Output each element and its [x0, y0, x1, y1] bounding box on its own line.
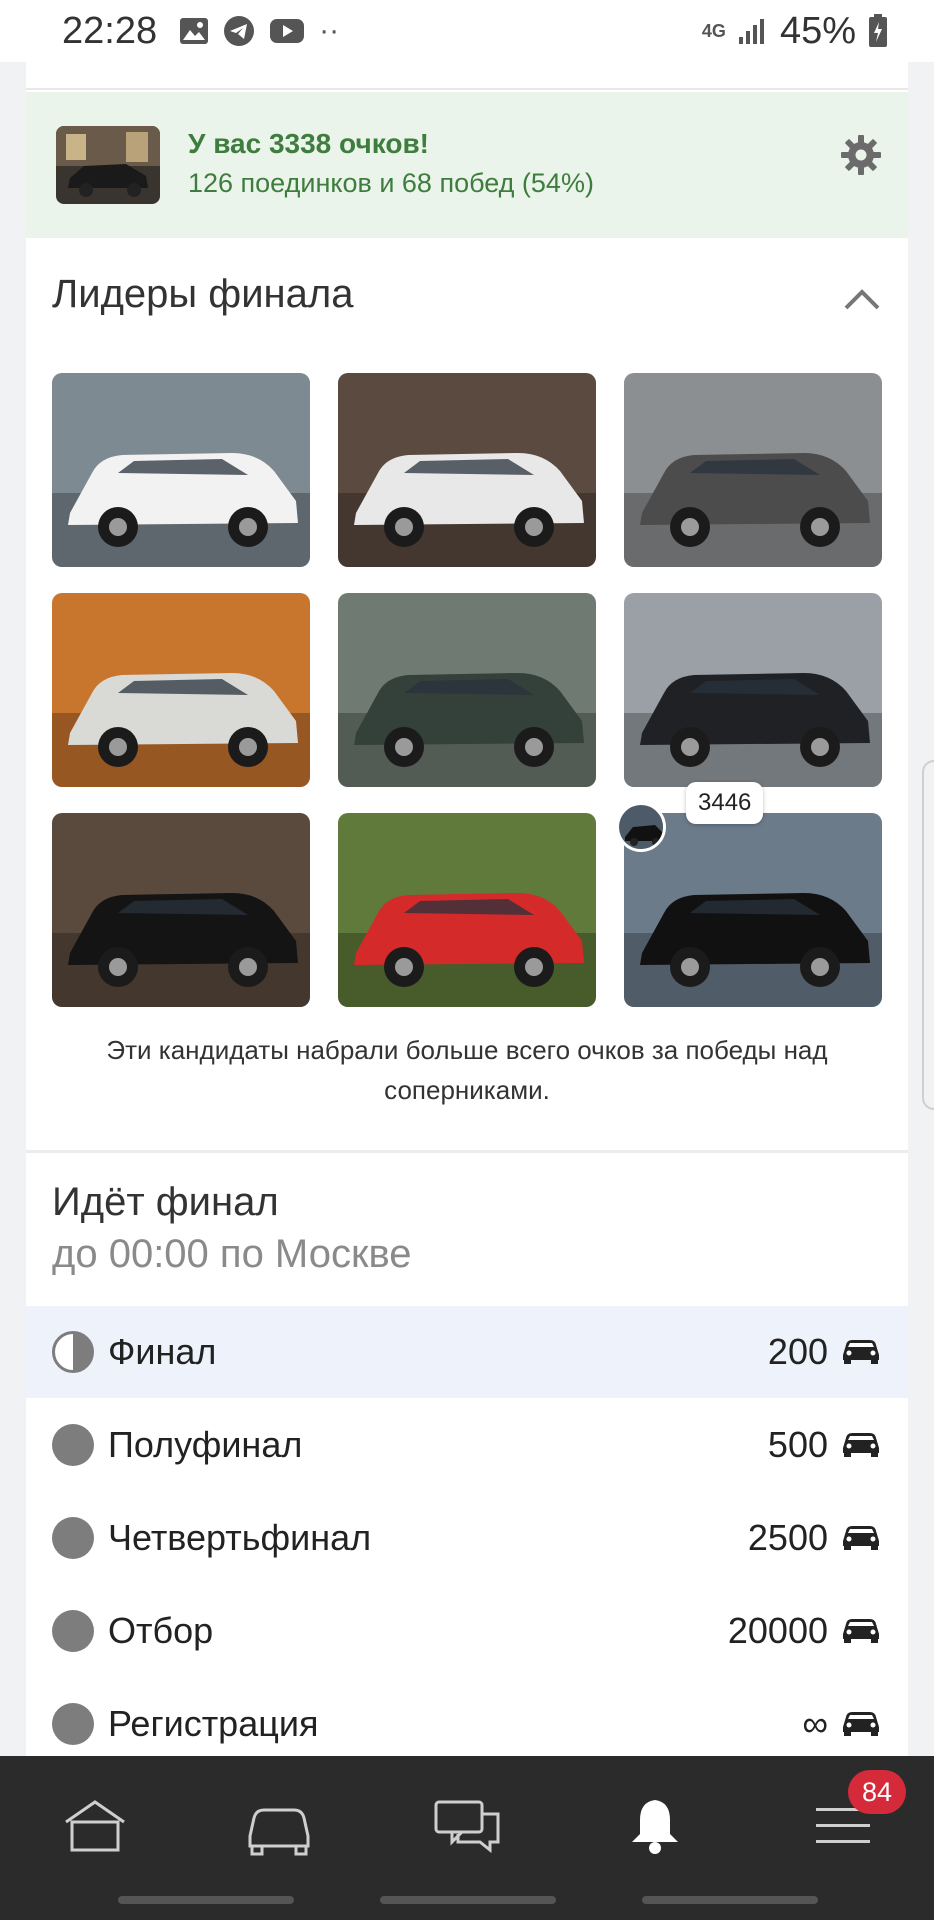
stage-label: Отбор — [108, 1610, 214, 1651]
leader-photo-white-sedan-rear[interactable] — [338, 373, 596, 567]
user-car-avatar[interactable] — [56, 126, 160, 204]
leader-user-avatar[interactable] — [616, 802, 666, 852]
leader-photo-grey-volga[interactable] — [624, 373, 882, 567]
car-icon — [840, 1614, 882, 1649]
leader-photo-silver-bmw-autumn[interactable] — [52, 593, 310, 787]
car-icon — [840, 1335, 882, 1370]
stage-participants: ∞ — [802, 1703, 828, 1744]
score-stats: 126 поединков и 68 побед (54%) — [188, 168, 594, 198]
leaders-title: Лидеры финала — [52, 272, 354, 316]
score-title: У вас 3338 очков! — [188, 128, 429, 159]
stage-row-0[interactable]: Финал 200 — [26, 1306, 908, 1398]
stage-participants: 20000 — [727, 1610, 828, 1651]
notifications-bell-icon[interactable] — [620, 1796, 690, 1856]
leader-score-bubble: 3446 — [686, 782, 764, 824]
score-card[interactable]: У вас 3338 очков! 126 поединков и 68 поб… — [26, 92, 908, 238]
system-gesture-bar-1 — [118, 1896, 294, 1904]
stage-participants: 200 — [767, 1331, 828, 1372]
circle-icon — [52, 1703, 94, 1745]
garage-car-icon[interactable] — [244, 1796, 314, 1856]
status-time: 22:28 — [62, 9, 158, 52]
edge-panel-handle[interactable] — [922, 760, 934, 1110]
circle-icon — [52, 1517, 94, 1559]
circle-icon — [52, 1610, 94, 1652]
battery-percent: 45% — [779, 9, 856, 52]
stage-label: Полуфинал — [108, 1424, 303, 1465]
gallery-icon — [180, 18, 209, 44]
leader-photo-white-wagon[interactable] — [52, 373, 310, 567]
stage-participants: 2500 — [747, 1517, 828, 1558]
leaders-caption: Эти кандидаты набрали больше всего очков… — [106, 1035, 828, 1105]
main-content[interactable]: У вас 3338 очков! 126 поединков и 68 поб… — [26, 62, 908, 1756]
stage-row-1[interactable]: Полуфинал 500 — [26, 1399, 908, 1491]
system-gesture-bar-2 — [380, 1896, 556, 1904]
stage-label: Четвертьфинал — [108, 1517, 372, 1558]
car-icon — [840, 1428, 882, 1463]
top-divider — [26, 62, 908, 90]
leaders-grid — [52, 373, 882, 1007]
notification-icons: ·· — [179, 14, 339, 48]
stage-row-3[interactable]: Отбор 20000 — [26, 1585, 908, 1677]
car-icon — [840, 1521, 882, 1556]
leader-photo-black-lexus[interactable] — [52, 813, 310, 1007]
more-dots-icon: ·· — [319, 14, 340, 47]
stage-row-2[interactable]: Четвертьфинал 2500 — [26, 1492, 908, 1584]
gear-icon[interactable] — [840, 134, 882, 176]
car-icon — [840, 1707, 882, 1742]
system-gesture-bar-3 — [642, 1896, 818, 1904]
stage-label: Регистрация — [108, 1703, 319, 1744]
telegram-icon — [224, 16, 255, 46]
final-deadline: до 00:00 по Москве — [52, 1232, 412, 1276]
stage-row-4[interactable]: Регистрация ∞ — [26, 1678, 908, 1756]
leader-photo-black-chaser[interactable] — [624, 813, 882, 1007]
stage-label: Финал — [108, 1331, 217, 1372]
half-circle-icon — [52, 1331, 94, 1373]
final-title: Идёт финал — [52, 1180, 279, 1224]
leader-photo-red-audi[interactable] — [338, 813, 596, 1007]
section-divider — [26, 1150, 908, 1153]
network-type: 4G — [701, 20, 726, 41]
leader-photo-green-golf[interactable] — [338, 593, 596, 787]
messages-icon[interactable] — [432, 1796, 502, 1856]
home-icon[interactable] — [60, 1796, 130, 1856]
battery-charging-icon — [869, 14, 887, 47]
menu-notification-badge: 84 — [848, 1770, 906, 1814]
signal-icon — [738, 19, 764, 44]
leader-photo-black-van[interactable] — [624, 593, 882, 787]
status-bar: 22:28 ·· 4G 45% — [0, 0, 934, 62]
stage-participants: 500 — [767, 1424, 828, 1465]
circle-icon — [52, 1424, 94, 1466]
chevron-up-icon[interactable] — [842, 284, 882, 314]
youtube-icon — [270, 19, 305, 43]
